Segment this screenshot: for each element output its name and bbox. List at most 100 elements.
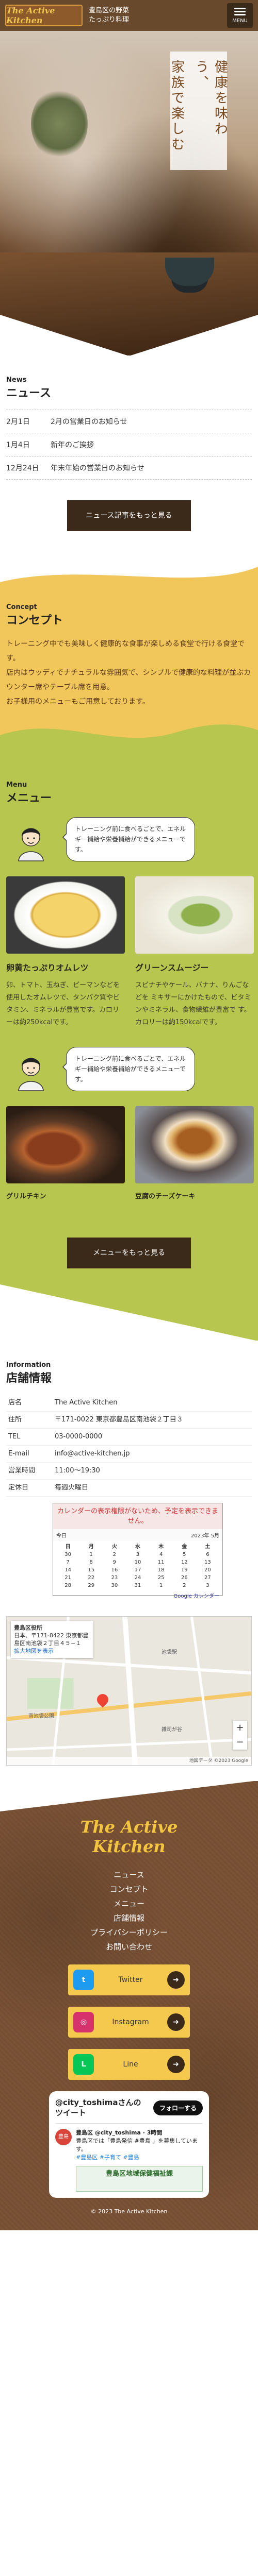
news-item[interactable]: 2月1日 2月の営業日のお知らせ — [6, 410, 252, 433]
info-value: info@active-kitchen.jp — [53, 1445, 252, 1463]
twitter-icon: t — [73, 1970, 94, 1990]
footer-nav-news[interactable]: ニュース — [10, 1868, 248, 1882]
calendar-weekday: 金 — [182, 1544, 187, 1550]
site-logo[interactable]: The Active Kitchen — [5, 5, 83, 26]
google-calendar-embed[interactable]: カレンダーの表示権限がないため、予定を表示できません。 今日 2023年 5月 … — [53, 1503, 223, 1599]
calendar-date[interactable]: 28 — [56, 1583, 79, 1588]
menu-title: メニュー — [6, 792, 52, 805]
calendar-date[interactable]: 26 — [173, 1575, 196, 1581]
instagram-button[interactable]: ◎ Instagram ➜ — [68, 2007, 190, 2038]
news-list: 2月1日 2月の営業日のお知らせ 1月4日 新年のご挨拶 12月24日 年末年始… — [6, 410, 252, 480]
calendar-date[interactable]: 6 — [196, 1552, 219, 1557]
footer-nav-store[interactable]: 店舗情報 — [10, 1911, 248, 1925]
info-key: 店名 — [6, 1395, 53, 1412]
calendar-date[interactable]: 20 — [196, 1567, 219, 1573]
menu-card[interactable]: 卵黄たっぷりオムレツ 卵、トマト、玉ねぎ、ピーマンなどを使用したオムレツで、タン… — [6, 876, 125, 1029]
calendar-date[interactable]: 17 — [126, 1567, 149, 1573]
menu-card[interactable]: グリーンスムージー スピナチやケール、バナナ、りんごなどを ミキサーにかけたもの… — [135, 876, 254, 1029]
calendar-date[interactable]: 14 — [56, 1567, 79, 1573]
concept-top-divider — [0, 562, 258, 582]
news-item[interactable]: 12月24日 年末年始の営業日のお知らせ — [6, 456, 252, 480]
calendar-date[interactable]: 19 — [173, 1567, 196, 1573]
news-text: 年末年始の営業日のお知らせ — [51, 464, 144, 472]
calendar-date[interactable]: 18 — [150, 1567, 173, 1573]
hamburger-bar — [234, 13, 246, 15]
twitter-button[interactable]: t Twitter ➜ — [68, 1964, 190, 1995]
calendar-date[interactable]: 2 — [103, 1552, 126, 1557]
zoom-out-button[interactable]: − — [233, 1735, 247, 1750]
calendar-date[interactable]: 9 — [103, 1560, 126, 1565]
calendar-date[interactable]: 31 — [126, 1583, 149, 1588]
follow-button[interactable]: フォローする — [153, 2100, 203, 2115]
calendar-date[interactable]: 22 — [79, 1575, 103, 1581]
concept-bottom-divider — [0, 724, 258, 745]
calendar-date[interactable]: 3 — [196, 1583, 219, 1588]
calendar-date[interactable]: 4 — [150, 1552, 173, 1557]
footer-nav-privacy[interactable]: プライバシーポリシー — [10, 1925, 248, 1940]
calendar-date[interactable]: 1 — [79, 1552, 103, 1557]
calendar-today-button[interactable]: 今日 — [56, 1531, 67, 1539]
info-row: E-mail info@active-kitchen.jp — [6, 1445, 252, 1463]
more-menu-button[interactable]: メニューをもっと見る — [67, 1238, 191, 1268]
footer-divider — [0, 1781, 254, 1811]
menu-cards-row-1: 卵黄たっぷりオムレツ 卵、トマト、玉ねぎ、ピーマンなどを使用したオムレツで、タン… — [6, 876, 254, 1029]
calendar-date[interactable]: 1 — [150, 1583, 173, 1588]
info-key: E-mail — [6, 1445, 53, 1463]
calendar-date[interactable]: 25 — [150, 1575, 173, 1581]
calendar-date[interactable]: 8 — [79, 1560, 103, 1565]
footer-nav-contact[interactable]: お問い合わせ — [10, 1940, 248, 1954]
store-title-en: Information — [6, 1361, 51, 1369]
copyright: © 2023 The Active Kitchen — [90, 2208, 168, 2215]
calendar-date[interactable]: 10 — [126, 1560, 149, 1565]
calendar-date[interactable]: 12 — [173, 1560, 196, 1565]
calendar-date[interactable]: 13 — [196, 1560, 219, 1565]
twitter-timeline-embed[interactable]: @city_toshimaさんのツイート フォローする 豊島 豊島区 @city… — [49, 2091, 209, 2198]
calendar-date[interactable]: 27 — [196, 1575, 219, 1581]
menu-item-description: 卵、トマト、玉ねぎ、ピーマンなどを使用したオムレツで、タンパク質やビタミン、ミネ… — [6, 981, 120, 1026]
line-icon: L — [73, 2054, 94, 2075]
news-text: 2月の営業日のお知らせ — [51, 418, 127, 426]
google-calendar-link[interactable]: Google カレンダー — [53, 1589, 222, 1601]
calendar-date[interactable]: 30 — [103, 1583, 126, 1588]
calendar-date[interactable]: 24 — [126, 1575, 149, 1581]
timeline-title: @city_toshimaさんのツイート — [55, 2098, 141, 2117]
line-button[interactable]: L Line ➜ — [68, 2049, 190, 2080]
concept-title: コンセプト — [6, 614, 63, 627]
calendar-date[interactable]: 3 — [126, 1552, 149, 1557]
calendar-date[interactable]: 23 — [103, 1575, 126, 1581]
calendar-date[interactable]: 30 — [56, 1552, 79, 1557]
zoom-in-button[interactable]: + — [233, 1721, 247, 1735]
calendar-weekday: 木 — [158, 1544, 164, 1550]
menu-item-description: スピナチやケール、バナナ、りんごなどを ミキサーにかけたもので、ビタミンやミネラ… — [135, 981, 251, 1026]
footer-logo[interactable]: The Active Kitchen — [52, 1817, 206, 1856]
menu-title-en: Menu — [6, 781, 27, 789]
info-key: 営業時間 — [6, 1462, 53, 1480]
footer-nav: ニュース コンセプト メニュー 店舗情報 プライバシーポリシー お問い合わせ — [10, 1868, 248, 1954]
map-label: 池袋駅 — [162, 1650, 177, 1655]
footer-nav-menu[interactable]: メニュー — [10, 1896, 248, 1911]
calendar-date[interactable]: 7 — [56, 1560, 79, 1565]
map-enlarge-link[interactable]: 拡大地図を表示 — [14, 1647, 90, 1655]
calendar-date[interactable]: 2 — [173, 1583, 196, 1588]
store-title: 店舗情報 — [6, 1372, 52, 1385]
menu-card[interactable]: 豆腐のチーズケーキ — [135, 1106, 254, 1207]
news-title: ニュース — [6, 387, 51, 400]
calendar-date[interactable]: 29 — [79, 1583, 103, 1588]
calendar-date[interactable]: 21 — [56, 1575, 79, 1581]
calendar-date[interactable]: 15 — [79, 1567, 103, 1573]
calendar-date[interactable]: 5 — [173, 1552, 196, 1557]
news-item[interactable]: 1月4日 新年のご挨拶 — [6, 433, 252, 456]
tweet-hashtags[interactable]: #豊島区 #子育て #豊島 — [76, 2154, 203, 2162]
calendar-date[interactable]: 11 — [150, 1560, 173, 1565]
tagline-line-2: たっぷり料理 — [89, 16, 130, 24]
google-map-embed[interactable]: 豊島区役所 日本、〒171-8422 東京都豊島区南池袋２丁目４５−１ 拡大地図… — [6, 1616, 252, 1766]
tweet[interactable]: 豊島 豊島区 @city_toshima · 3時間 豊島区では「豊島発信 #豊… — [55, 2124, 203, 2192]
info-value: 11:00〜19:30 — [53, 1462, 252, 1480]
menu-card[interactable]: グリルチキン — [6, 1106, 125, 1207]
hamburger-menu-button[interactable]: MENU — [227, 3, 253, 28]
calendar-date[interactable]: 16 — [103, 1567, 126, 1573]
speech-bubble: トレーニング前に食べるごとで、エネルギー補給や栄養補給ができるメニューです。 — [62, 1047, 195, 1091]
footer-nav-concept[interactable]: コンセプト — [10, 1882, 248, 1896]
map-label: 雑司が谷 — [162, 1727, 182, 1733]
more-news-button[interactable]: ニュース記事をもっと見る — [67, 500, 191, 531]
